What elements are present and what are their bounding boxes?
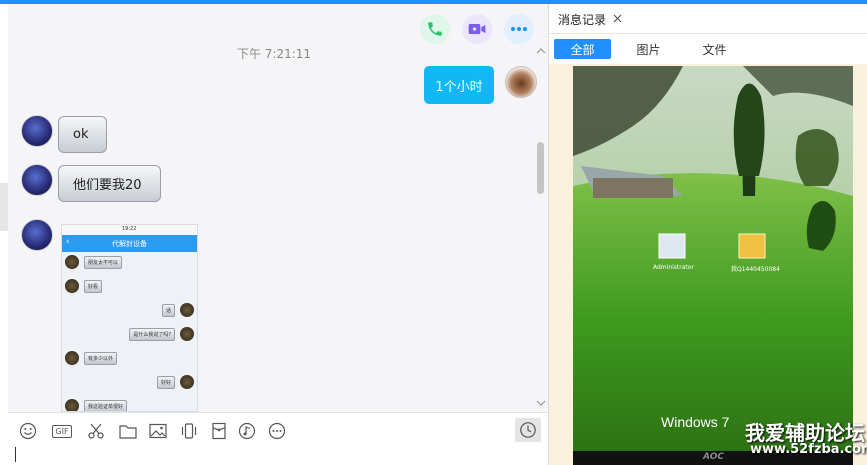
history-tabs: 全部 图片 文件 [549,34,867,64]
tab-label: 文件 [702,42,727,57]
message-text: 1个小时 [435,79,483,95]
message-text: ok [73,127,89,142]
tab-label: 全部 [570,42,595,57]
desktop-photo [573,66,853,465]
phone-row-avatar [180,327,194,341]
message-history-button[interactable] [515,418,541,442]
watermark-url: www.52fzba.com [750,442,867,457]
phone-row-bubble: 话 [161,304,175,317]
gif-button[interactable]: GIF [49,420,75,442]
text-cursor [15,447,16,462]
scroll-down-arrow-icon[interactable] [536,400,546,406]
shake-phone-icon [181,423,197,439]
input-toolbar: GIF [8,412,548,447]
folder-icon [119,425,137,439]
music-button[interactable] [236,420,258,442]
phone-icon [428,22,442,36]
phone-row-bubble: 朋友太不可以 [84,256,123,269]
chat-scrollbar[interactable] [534,44,548,410]
phone-row-bubble: 好好 [156,376,175,389]
phone-row-avatar [65,351,79,365]
video-call-button[interactable] [462,14,492,44]
clock-icon [520,422,536,438]
phone-row-bubble: 是什么我说了吗? [129,328,175,341]
history-panel-header: 消息记录 [549,4,867,34]
chat-scroll-thumb[interactable] [537,142,544,194]
phone-row-avatar [180,375,194,389]
phone-row-bubble: 有多少以外 [84,352,118,365]
gif-icon: GIF [52,424,72,438]
contact-avatar[interactable] [21,115,53,147]
phone-chat-title: 代解封设备 [112,240,147,248]
phone-row-avatar [65,279,79,293]
phone-row-avatar [180,303,194,317]
message-input[interactable] [8,446,548,465]
smiley-icon [19,422,37,440]
phone-row-avatar [65,255,79,269]
send-image-button[interactable] [147,420,169,442]
contact-list-selection[interactable] [0,183,8,231]
contact-avatar[interactable] [21,219,53,251]
scroll-up-arrow-icon[interactable] [536,48,546,54]
send-file-button[interactable] [117,420,139,442]
message-timestamp: 下午 7:21:11 [236,47,312,61]
desktop-icon-label: Administrator [653,264,694,271]
music-note-icon [238,422,256,440]
video-camera-icon [468,24,486,34]
monitor-brand: AOC [703,452,724,462]
tab-all[interactable]: 全部 [554,39,611,59]
phone-title-bar: ‹ 代解封设备 [62,235,197,252]
message-bubble-outgoing[interactable]: 1个小时 [424,66,494,104]
contact-list-edge [0,4,8,465]
more-tools-button[interactable] [266,420,288,442]
my-avatar[interactable] [505,66,537,98]
more-dots-icon [511,27,527,31]
windows-logo-text: Windows 7 [661,414,730,430]
scissors-icon [88,423,104,439]
history-panel-title: 消息记录 [558,13,607,27]
phone-row-bubble: 我这验证单很好 [84,400,128,411]
message-text: 他们要我20 [73,178,142,193]
more-circle-icon [268,422,286,440]
phone-row-bubble: 好看 [84,280,103,293]
tab-label: 图片 [636,42,661,57]
red-packet-button[interactable] [208,420,230,442]
message-bubble-incoming[interactable]: ok [58,116,107,153]
close-icon[interactable] [613,14,622,23]
shake-button[interactable] [178,420,200,442]
contact-avatar[interactable] [21,164,53,196]
phone-status-bar: 19:22 [62,225,197,235]
desktop-icon-label: 我Q1440450084 [731,266,780,273]
screenshot-button[interactable] [85,420,107,442]
message-bubble-incoming[interactable]: 他们要我20 [58,165,161,202]
tab-images[interactable]: 图片 [622,39,675,59]
history-image-preview[interactable]: Administrator 我Q1440450084 Windows 7 AOC [573,66,853,465]
phone-clock: 19:22 [122,226,137,232]
image-icon [149,423,167,439]
emoji-button[interactable] [17,420,39,442]
tab-files[interactable]: 文件 [688,39,741,59]
phone-row-avatar [65,399,79,411]
red-packet-icon [212,422,226,440]
shared-image-message[interactable]: 19:22 ‹ 代解封设备 朋友太不可以 好看话是什么我说了吗? 有多少以外好好我这… [61,224,198,412]
voice-call-button[interactable] [420,14,450,44]
more-options-button[interactable] [504,14,534,44]
